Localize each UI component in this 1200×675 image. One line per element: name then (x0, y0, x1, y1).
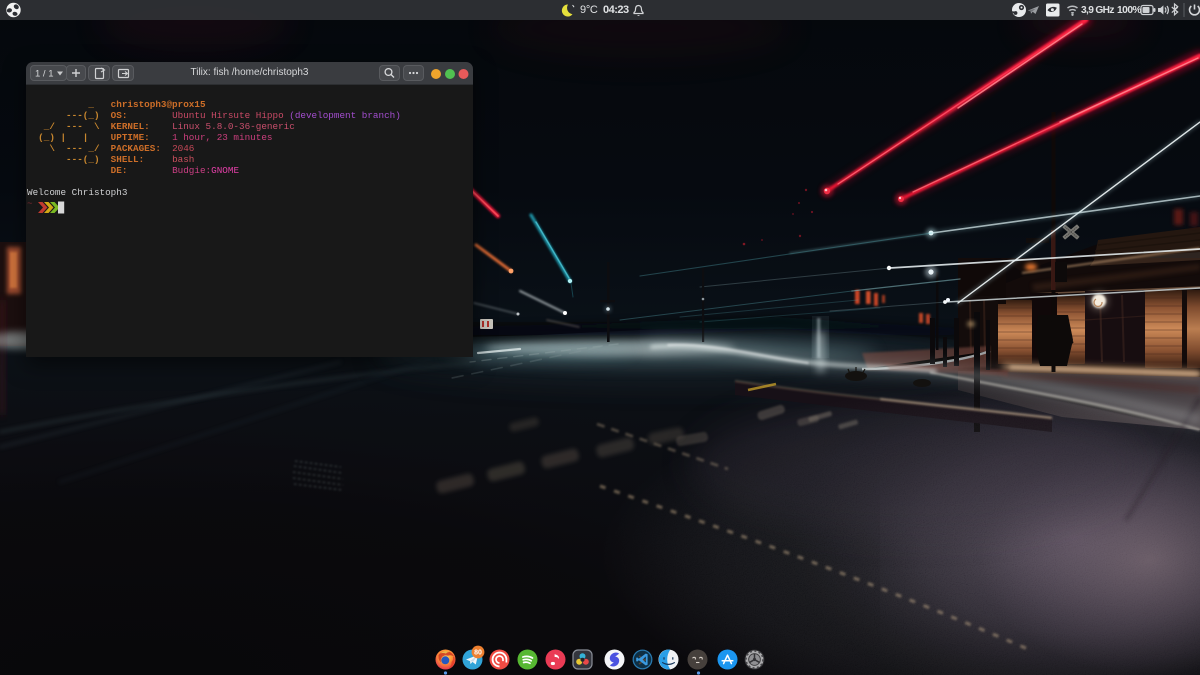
svg-text:80: 80 (474, 650, 482, 657)
svg-text:1 / 1: 1 / 1 (35, 69, 54, 80)
